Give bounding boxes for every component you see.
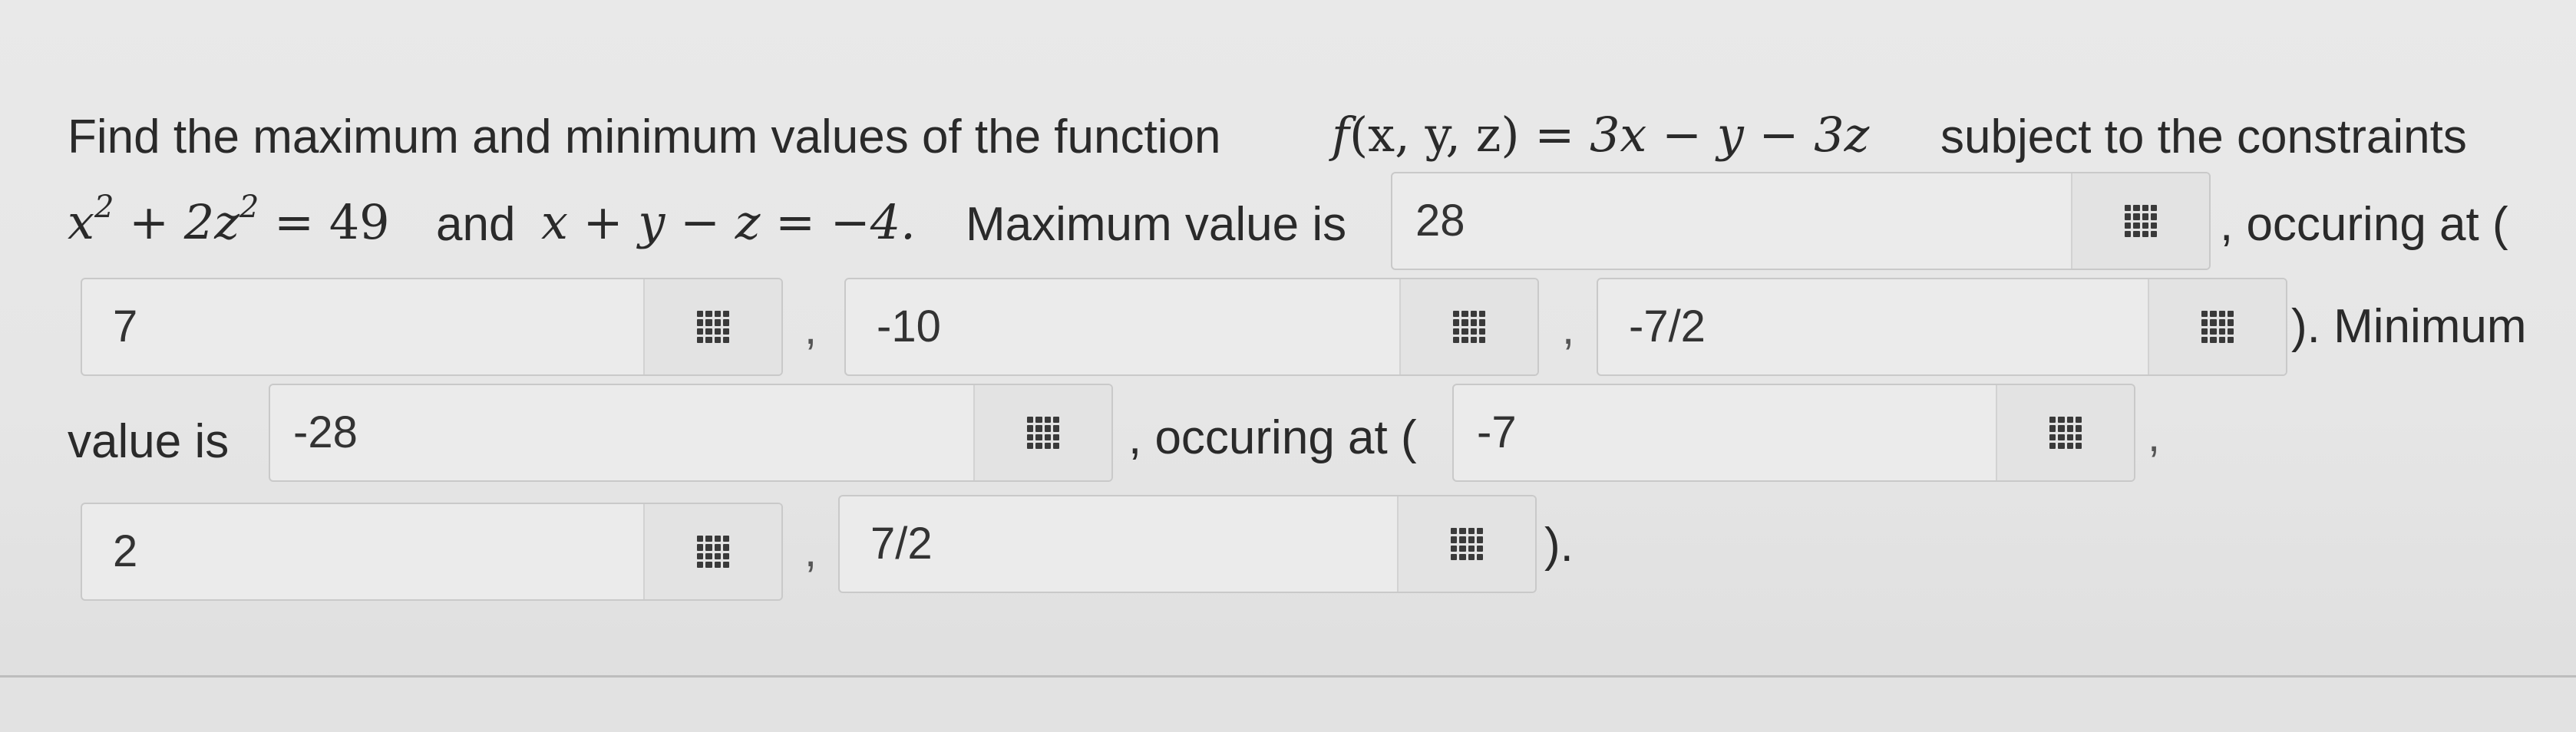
min-z-keypad-button[interactable] <box>1397 496 1535 592</box>
constraint-1-mid: + 2z <box>114 194 239 250</box>
function-expression: f(x, y, z) = 3x − y − 3z <box>1332 111 1869 159</box>
max-x-field[interactable]: 7 <box>81 278 783 376</box>
min-x-input[interactable]: -7 <box>1477 411 1517 455</box>
keypad-grid-icon <box>1453 311 1485 343</box>
comma-separator: , <box>804 304 817 354</box>
min-value-field[interactable]: -28 <box>269 384 1113 482</box>
occurring-at-1: , occuring at ( <box>2220 198 2508 251</box>
max-y-input[interactable]: -10 <box>877 305 941 349</box>
max-z-field[interactable]: -7/2 <box>1597 278 2287 376</box>
max-x-keypad-button[interactable] <box>643 279 781 374</box>
min-value-label: value is <box>68 415 230 468</box>
max-z-input[interactable]: -7/2 <box>1629 305 1706 349</box>
constraint-2: x + y − z = −4. <box>541 194 916 250</box>
comma-separator: , <box>804 526 817 576</box>
keypad-grid-icon <box>697 311 729 343</box>
min-value-input[interactable]: -28 <box>293 411 358 455</box>
max-x-input[interactable]: 7 <box>113 305 137 349</box>
function-args: (x, y, z) <box>1349 107 1520 163</box>
keypad-grid-icon <box>2125 205 2157 237</box>
max-value-field[interactable]: 28 <box>1391 172 2211 270</box>
comma-separator: , <box>2148 411 2161 461</box>
constraint-1-exp: 2 <box>94 190 114 225</box>
constraint-1-exp2: 2 <box>239 190 259 225</box>
min-z-input[interactable]: 7/2 <box>870 522 933 566</box>
keypad-grid-icon <box>697 536 729 568</box>
keypad-grid-icon <box>2049 417 2082 449</box>
min-y-keypad-button[interactable] <box>643 504 781 599</box>
max-z-keypad-button[interactable] <box>2148 279 2286 374</box>
max-value-keypad-button[interactable] <box>2071 173 2209 269</box>
bottom-strip <box>0 678 2576 732</box>
constraint-1-rhs: = 49 <box>259 194 390 250</box>
max-label: Maximum value is <box>966 198 1347 251</box>
max-y-field[interactable]: -10 <box>844 278 1539 376</box>
constraint-1: x2 + 2z2 = 49 <box>68 192 390 246</box>
min-y-input[interactable]: 2 <box>113 529 137 574</box>
keypad-grid-icon <box>1027 417 1059 449</box>
min-x-keypad-button[interactable] <box>1996 385 2134 480</box>
intro-text: Find the maximum and minimum values of t… <box>68 110 1221 163</box>
question-panel: Find the maximum and minimum values of t… <box>0 0 2576 678</box>
comma-separator: , <box>1562 304 1575 354</box>
min-z-field[interactable]: 7/2 <box>838 495 1537 593</box>
max-value-input[interactable]: 28 <box>1415 199 1465 243</box>
close-paren: ). <box>1544 519 1574 572</box>
keypad-grid-icon <box>1451 528 1483 560</box>
min-x-field[interactable]: -7 <box>1452 384 2135 482</box>
equals-sign: = <box>1534 107 1575 163</box>
constraint-phrase: subject to the constraints <box>1940 110 2467 163</box>
max-y-keypad-button[interactable] <box>1399 279 1537 374</box>
occurring-at-2: , occuring at ( <box>1128 411 1417 464</box>
minimum-label: ). Minimum <box>2291 300 2527 353</box>
function-rhs: 3x − y − 3z <box>1589 107 1870 163</box>
keypad-grid-icon <box>2201 311 2234 343</box>
constraint-1-var: x <box>68 194 94 250</box>
min-value-keypad-button[interactable] <box>973 385 1111 480</box>
function-name: f <box>1332 107 1349 163</box>
and-word: and <box>436 198 516 251</box>
min-y-field[interactable]: 2 <box>81 503 783 601</box>
